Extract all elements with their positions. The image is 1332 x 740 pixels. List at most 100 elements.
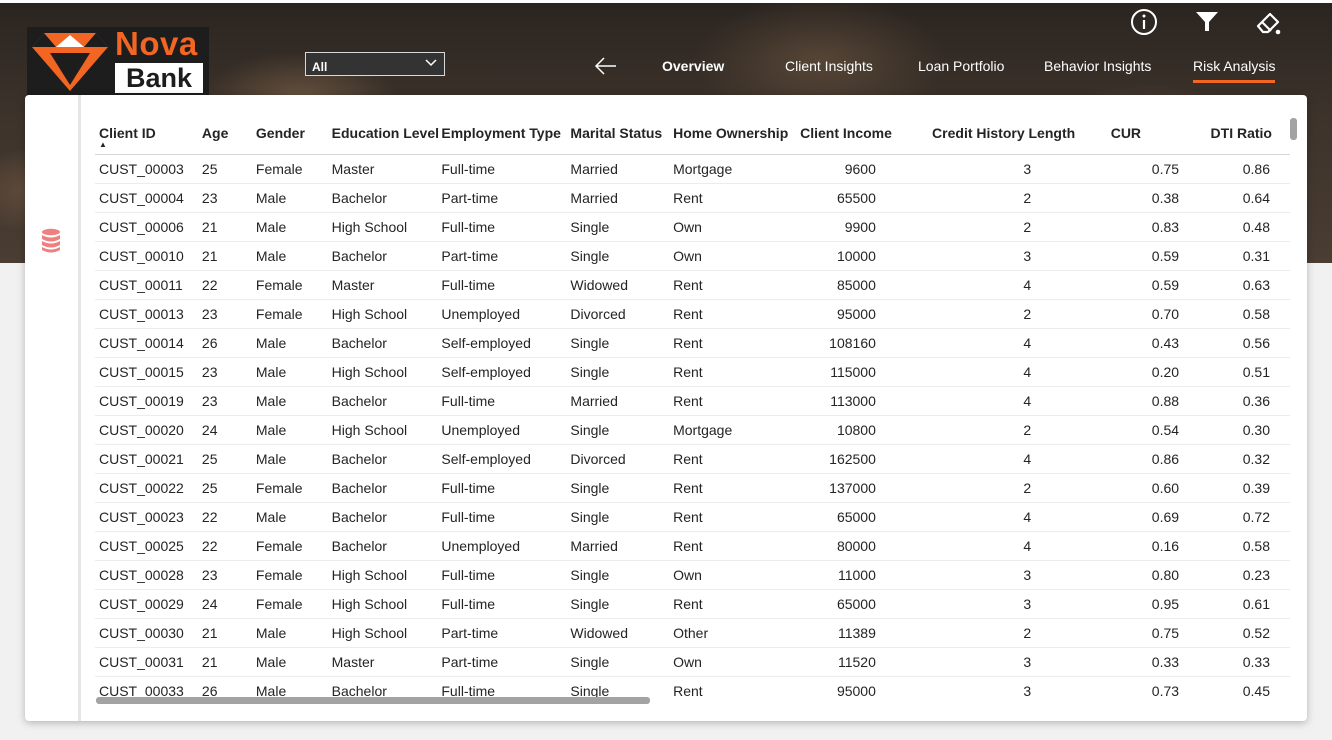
vertical-scrollbar[interactable] [1290, 118, 1297, 140]
cell-age: 25 [201, 154, 256, 184]
column-header-label: Marital Status [570, 125, 663, 141]
column-header-label: DTI Ratio [1210, 125, 1272, 141]
table-row[interactable]: CUST_00028 23 Female High School Full-time Si… [95, 560, 1290, 590]
cell-cur: 0.59 [1085, 270, 1206, 300]
table-row[interactable]: CUST_00021 25 Male Bachelor Self-employed Div… [95, 444, 1290, 474]
column-header-client-income[interactable]: Client Income [789, 112, 906, 155]
cell-dti-ratio: 0.52 [1205, 618, 1290, 648]
cell-gender: Female [255, 299, 332, 329]
cell-marital-status: Single [570, 212, 674, 242]
column-header-client-id[interactable]: Client ID ▲ [95, 112, 202, 155]
cell-cur: 0.43 [1085, 328, 1206, 358]
arrow-left-icon[interactable] [593, 55, 619, 77]
table-row[interactable]: CUST_00013 23 Female High School Unemployed D… [95, 299, 1290, 329]
cell-employment-type: Full-time [441, 386, 571, 416]
table-row[interactable]: CUST_00019 23 Male Bachelor Full-time Married… [95, 386, 1290, 416]
cell-gender: Male [255, 357, 332, 387]
cell-home-ownership: Rent [673, 357, 790, 387]
column-header-label: Home Ownership [673, 125, 789, 141]
table-row[interactable]: CUST_00006 21 Male High School Full-time Sing… [95, 212, 1290, 242]
table-row[interactable]: CUST_00020 24 Male High School Unemployed Sin… [95, 415, 1290, 445]
cell-client-income: 137000 [789, 473, 906, 503]
column-header-age[interactable]: Age [201, 112, 256, 155]
column-header-marital-status[interactable]: Marital Status [570, 112, 674, 155]
cell-dti-ratio: 0.36 [1205, 386, 1290, 416]
table-row[interactable]: CUST_00030 21 Male High School Part-time Wido… [95, 618, 1290, 648]
cell-client-income: 11520 [789, 647, 906, 677]
table-row[interactable]: CUST_00022 25 Female Bachelor Full-time Singl… [95, 473, 1290, 503]
tab-behavior-insights[interactable]: Behavior Insights [1044, 58, 1151, 74]
cell-credit-history-length: 2 [905, 473, 1086, 503]
cell-education-level: Bachelor [331, 502, 442, 532]
cell-home-ownership: Rent [673, 473, 790, 503]
cell-education-level: Bachelor [331, 328, 442, 358]
filter-icon[interactable] [1194, 9, 1220, 35]
cell-client-id: CUST_00023 [95, 502, 202, 532]
cell-client-id: CUST_00020 [95, 415, 202, 445]
brand-name-top: Nova [115, 25, 198, 62]
cell-employment-type: Self-employed [441, 357, 571, 387]
cell-client-income: 65500 [789, 183, 906, 213]
table-row[interactable]: CUST_00015 23 Male High School Self-employed… [95, 357, 1290, 387]
cell-employment-type: Self-employed [441, 444, 571, 474]
table-row[interactable]: CUST_00031 21 Male Master Part-time Single Own… [95, 647, 1290, 677]
column-header-education-level[interactable]: Education Level [331, 112, 442, 155]
cell-gender: Female [255, 560, 332, 590]
cell-education-level: Master [331, 154, 442, 184]
cell-marital-status: Widowed [570, 270, 674, 300]
cell-credit-history-length: 4 [905, 386, 1086, 416]
cell-cur: 0.75 [1085, 154, 1206, 184]
cell-employment-type: Full-time [441, 676, 571, 698]
table-row[interactable]: CUST_00003 25 Female Master Full-time Married… [95, 154, 1290, 184]
tab-loan-portfolio[interactable]: Loan Portfolio [918, 58, 1004, 74]
cell-gender: Male [255, 676, 332, 698]
cell-client-id: CUST_00025 [95, 531, 202, 561]
column-header-employment-type[interactable]: Employment Type [441, 112, 571, 155]
tab-overview[interactable]: Overview [662, 58, 724, 74]
cell-credit-history-length: 3 [905, 241, 1086, 271]
cell-gender: Female [255, 589, 332, 619]
cell-dti-ratio: 0.33 [1205, 647, 1290, 677]
table-row[interactable]: CUST_00014 26 Male Bachelor Self-employed Sin… [95, 328, 1290, 358]
column-header-label: Age [201, 125, 229, 141]
cell-credit-history-length: 3 [905, 676, 1086, 698]
table-row[interactable]: CUST_00010 21 Male Bachelor Part-time Single O… [95, 241, 1290, 271]
cell-cur: 0.54 [1085, 415, 1206, 445]
table-row[interactable]: CUST_00025 22 Female Bachelor Unemployed Marr… [95, 531, 1290, 561]
column-header-gender[interactable]: Gender [255, 112, 332, 155]
cell-client-id: CUST_00006 [95, 212, 202, 242]
info-icon[interactable] [1130, 8, 1158, 36]
tab-risk-analysis[interactable]: Risk Analysis [1193, 58, 1275, 74]
table-row[interactable]: CUST_00011 22 Female Master Full-time Widowed… [95, 270, 1290, 300]
cell-gender: Male [255, 502, 332, 532]
eraser-icon[interactable] [1254, 8, 1284, 38]
cell-education-level: High School [331, 357, 442, 387]
cell-credit-history-length: 3 [905, 154, 1086, 184]
cell-age: 21 [201, 241, 256, 271]
column-header-credit-history-length[interactable]: Credit History Length [905, 112, 1086, 155]
cell-home-ownership: Rent [673, 589, 790, 619]
filter-dropdown[interactable]: All [305, 52, 445, 76]
cell-dti-ratio: 0.39 [1205, 473, 1290, 503]
column-header-cur[interactable]: CUR [1085, 112, 1206, 155]
table-row[interactable]: CUST_00023 22 Male Bachelor Full-time Single R… [95, 502, 1290, 532]
database-icon[interactable] [41, 228, 61, 254]
table-row[interactable]: CUST_00033 26 Male Bachelor Full-time Single R… [95, 676, 1290, 698]
cell-employment-type: Full-time [441, 270, 571, 300]
column-header-dti-ratio[interactable]: DTI Ratio [1205, 112, 1290, 155]
client-table: Client ID ▲ Age Gender Education Level Employ… [95, 112, 1290, 698]
tab-client-insights[interactable]: Client Insights [785, 58, 873, 74]
cell-client-id: CUST_00031 [95, 647, 202, 677]
client-table-container: Client ID ▲ Age Gender Education Level Employ… [95, 112, 1290, 698]
cell-age: 21 [201, 647, 256, 677]
column-header-home-ownership[interactable]: Home Ownership [673, 112, 790, 155]
cell-credit-history-length: 2 [905, 299, 1086, 329]
cell-dti-ratio: 0.23 [1205, 560, 1290, 590]
table-row[interactable]: CUST_00004 23 Male Bachelor Part-time Married… [95, 183, 1290, 213]
cell-cur: 0.20 [1085, 357, 1206, 387]
horizontal-scrollbar[interactable] [96, 697, 650, 704]
cell-client-id: CUST_00030 [95, 618, 202, 648]
filter-value: All [312, 60, 328, 74]
cell-cur: 0.86 [1085, 444, 1206, 474]
table-row[interactable]: CUST_00029 24 Female High School Full-time Si… [95, 589, 1290, 619]
